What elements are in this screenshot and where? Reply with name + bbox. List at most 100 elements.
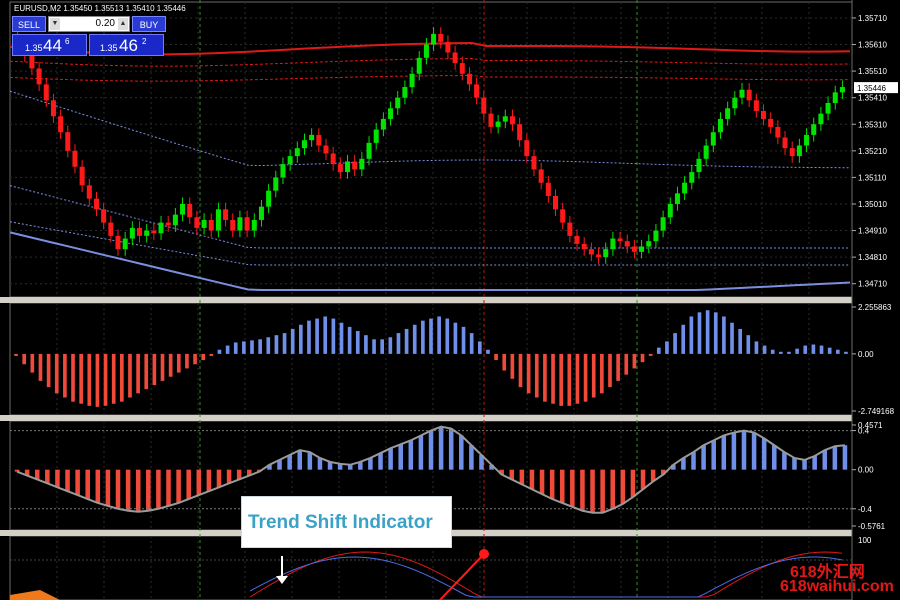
candle-body xyxy=(495,121,501,127)
candle-body xyxy=(653,230,659,242)
candle-body xyxy=(237,217,243,231)
candle-body xyxy=(474,84,480,98)
candle-body xyxy=(696,158,702,173)
candle-body xyxy=(725,108,731,119)
candle-body xyxy=(366,142,372,159)
candle-body xyxy=(617,238,623,242)
candle-body xyxy=(251,219,257,231)
candle-body xyxy=(129,227,135,239)
buy-button[interactable]: 1.35 46 2 xyxy=(89,34,164,56)
candle-body xyxy=(380,118,386,130)
candle-body xyxy=(101,209,107,223)
watermark-line2: 618waihui.com xyxy=(780,578,894,595)
candle-body xyxy=(402,87,408,98)
candle-body xyxy=(804,134,810,146)
pane-separator xyxy=(0,415,900,421)
sell-label: SELL xyxy=(12,16,46,32)
histogram-tick-label: 2.255863 xyxy=(858,303,892,312)
annotation-callout: Trend Shift Indicator xyxy=(241,496,452,548)
candle-body xyxy=(29,55,35,69)
candle-body xyxy=(230,219,236,231)
candle-body xyxy=(782,137,788,149)
candle-body xyxy=(180,203,186,215)
candle-body xyxy=(753,100,759,111)
candle-body xyxy=(839,87,845,93)
candle-body xyxy=(187,203,193,218)
candle-body xyxy=(524,140,530,157)
candle-body xyxy=(409,73,415,88)
annotation-label: Trend Shift Indicator xyxy=(248,512,433,533)
candle-body xyxy=(789,148,795,157)
candle-body xyxy=(244,217,250,231)
candle-body xyxy=(517,124,523,141)
candle-body xyxy=(739,89,745,98)
buy-price-sup: 2 xyxy=(142,37,147,46)
candle-body xyxy=(703,145,709,159)
candle-body xyxy=(538,169,544,183)
candle-body xyxy=(294,148,300,157)
pane-separator xyxy=(0,297,900,303)
candle-body xyxy=(488,113,494,127)
candle-body xyxy=(72,150,78,167)
candle-body xyxy=(545,182,551,197)
histogram-tick-label: -2.749168 xyxy=(858,407,895,416)
candle-body xyxy=(452,52,458,64)
candle-body xyxy=(122,238,128,250)
price-tick-label: 1.35410 xyxy=(858,94,887,103)
candle-body xyxy=(603,249,609,258)
buy-price-prefix: 1.35 xyxy=(100,43,118,53)
price-tick-label: 1.35110 xyxy=(858,173,887,182)
lot-decrease-icon[interactable]: ▼ xyxy=(50,18,60,30)
candle-body xyxy=(639,246,645,252)
candle-body xyxy=(151,230,157,234)
sell-button[interactable]: 1.35 44 6 xyxy=(12,34,87,56)
candle-body xyxy=(352,161,358,170)
candle-body xyxy=(416,57,422,74)
candle-body xyxy=(345,161,351,173)
lot-size-field[interactable]: ▼ 0.20 ▲ xyxy=(48,16,130,32)
candle-body xyxy=(796,145,802,157)
candle-body xyxy=(158,222,164,234)
candle-body xyxy=(581,243,587,250)
candle-body xyxy=(208,219,214,231)
candle-body xyxy=(667,203,673,218)
candle-body xyxy=(330,153,336,165)
candle-body xyxy=(287,156,293,165)
candle-body xyxy=(194,217,200,228)
candle-body xyxy=(717,118,723,133)
candle-body xyxy=(588,249,594,255)
candle-body xyxy=(660,217,666,231)
price-tick-label: 1.34910 xyxy=(858,227,887,236)
buy-label: BUY xyxy=(132,16,166,32)
lot-increase-icon[interactable]: ▲ xyxy=(118,18,128,30)
candle-body xyxy=(431,33,437,45)
candle-body xyxy=(459,63,465,74)
candle-body xyxy=(481,97,487,114)
candle-body xyxy=(768,118,774,127)
candle-body xyxy=(682,182,688,194)
candle-body xyxy=(373,129,379,143)
price-tick-label: 1.35310 xyxy=(858,120,887,129)
candle-body xyxy=(280,164,286,178)
candle-body xyxy=(43,84,49,101)
candle-body xyxy=(732,97,738,109)
candle-body xyxy=(388,108,394,119)
bottom-tick-label: 100 xyxy=(858,536,872,545)
candle-body xyxy=(502,116,508,122)
candle-body xyxy=(395,97,401,109)
candle-body xyxy=(710,132,716,146)
candle-body xyxy=(466,73,472,85)
candle-body xyxy=(309,134,315,141)
candle-body xyxy=(567,222,573,236)
buy-price-big: 46 xyxy=(119,36,138,55)
candle-body xyxy=(316,134,322,146)
candle-body xyxy=(646,241,652,247)
candle-body xyxy=(86,185,92,199)
candle-body xyxy=(689,172,695,183)
candle-body xyxy=(832,92,838,103)
sell-price-prefix: 1.35 xyxy=(25,43,43,53)
candle-body xyxy=(445,41,451,53)
candle-body xyxy=(438,33,444,42)
candle-body xyxy=(631,246,637,252)
lot-size-value[interactable]: 0.20 xyxy=(96,18,115,29)
